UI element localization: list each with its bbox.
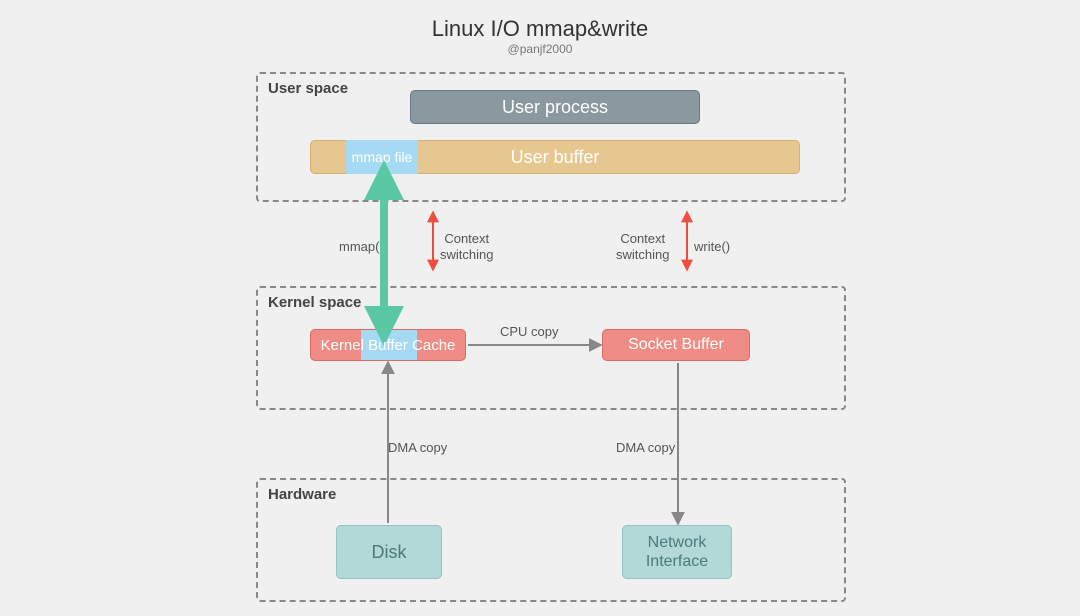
- kbc-label: Kernel Buffer Cache: [321, 337, 456, 354]
- user-process-box: User process: [410, 90, 700, 124]
- write-call-label: write(): [694, 239, 730, 255]
- network-interface-box: Network Interface: [622, 525, 732, 579]
- dma-copy-2-label: DMA copy: [616, 440, 675, 456]
- context-switch-1-label: Context switching: [440, 231, 493, 262]
- kernel-space-label: Kernel space: [268, 294, 361, 311]
- cpu-copy-label: CPU copy: [500, 324, 559, 340]
- user-space-label: User space: [268, 80, 348, 97]
- kernel-buffer-cache-box: Kernel Buffer Cache: [310, 329, 466, 361]
- socket-buffer-box: Socket Buffer: [602, 329, 750, 361]
- diagram-title: Linux I/O mmap&write: [0, 0, 1080, 42]
- nic-line2: Interface: [646, 552, 708, 571]
- diagram-subtitle: @panjf2000: [0, 42, 1080, 56]
- mmap-call-label: mmap(): [339, 239, 384, 255]
- context-switch-2-label: Context switching: [616, 231, 669, 262]
- nic-line1: Network: [648, 533, 707, 552]
- mmap-file-box: mmap file: [346, 140, 418, 174]
- hardware-label: Hardware: [268, 486, 336, 503]
- dma-copy-1-label: DMA copy: [388, 440, 447, 456]
- disk-box: Disk: [336, 525, 442, 579]
- user-buffer-label: User buffer: [511, 147, 600, 168]
